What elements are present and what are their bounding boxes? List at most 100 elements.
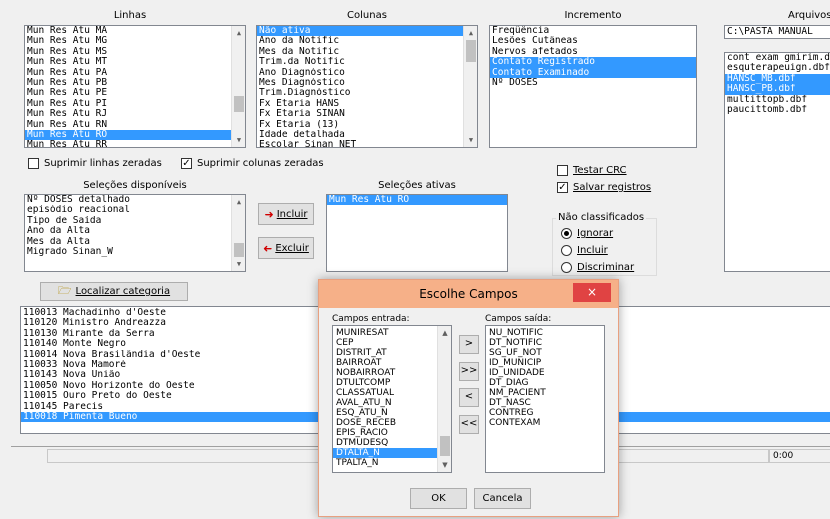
- linhas-item[interactable]: Mun Res Atu MS: [25, 47, 245, 57]
- ok-button[interactable]: OK: [410, 488, 467, 509]
- nao-classificados-radio-2[interactable]: Discriminar: [561, 262, 634, 273]
- campo-saida-item[interactable]: DT_NOTIFIC: [486, 338, 604, 348]
- checkbox-box[interactable]: [557, 165, 568, 176]
- radio-dot-icon[interactable]: [561, 262, 572, 273]
- colunas-item[interactable]: Fx Etaria HANS: [257, 99, 477, 109]
- scroll-up-icon[interactable]: ▲: [232, 26, 245, 40]
- scroll-down-icon[interactable]: ▼: [438, 458, 451, 472]
- colunas-item[interactable]: Ano da Notific: [257, 36, 477, 46]
- linhas-scrollbar[interactable]: ▲ ▼: [231, 26, 245, 147]
- campo-entrada-item[interactable]: DOSE_RECEB: [333, 418, 451, 428]
- selecao-disponivel-item[interactable]: Migrado Sinan_W: [25, 247, 245, 257]
- radio-dot-icon[interactable]: [561, 245, 572, 256]
- radio-dot-icon[interactable]: [561, 228, 572, 239]
- disp-scrollbar[interactable]: ▲ ▼: [231, 195, 245, 271]
- selecao-disponivel-item[interactable]: Tipo de Saída: [25, 216, 245, 226]
- arquivo-item[interactable]: HANSC_MB.dbf: [725, 73, 830, 85]
- scroll-thumb[interactable]: [440, 436, 450, 456]
- scroll-up-icon[interactable]: ▲: [438, 326, 451, 340]
- arquivo-item[interactable]: multittopb.dbf: [725, 95, 830, 105]
- incremento-item[interactable]: Contato Registrado: [490, 57, 696, 68]
- colunas-item[interactable]: Idade detalhada: [257, 130, 477, 140]
- campo-entrada-item[interactable]: DISTRIT_AT: [333, 348, 451, 358]
- arquivo-item[interactable]: cont exam gmirim.dbf: [725, 53, 830, 63]
- campo-saida-item[interactable]: NM_PACIENT: [486, 388, 604, 398]
- arquivo-item[interactable]: HANSC_PB.dbf: [725, 84, 830, 95]
- cancela-button[interactable]: Cancela: [474, 488, 531, 509]
- selecao-disponivel-item[interactable]: Ano da Alta: [25, 226, 245, 236]
- testar-crc-checkbox[interactable]: Testar CRC: [557, 165, 627, 176]
- selecoes-disponiveis-listbox[interactable]: Nº DOSES detalhado episódio reacional Tipo…: [24, 194, 246, 272]
- campo-saida-item[interactable]: DT_NASC: [486, 398, 604, 408]
- entrada-scrollbar[interactable]: ▲ ▼: [437, 326, 451, 472]
- scroll-up-icon[interactable]: ▲: [232, 195, 245, 209]
- colunas-item[interactable]: Fx Etaria SINAN: [257, 109, 477, 119]
- scroll-thumb[interactable]: [466, 40, 476, 62]
- colunas-item[interactable]: Não ativa: [257, 26, 477, 37]
- campo-entrada-item[interactable]: TPALTA_N: [333, 458, 451, 468]
- campo-saida-item[interactable]: DT_DIAG: [486, 378, 604, 388]
- campo-entrada-item[interactable]: BAIRROAT: [333, 358, 451, 368]
- campo-saida-item[interactable]: ID_UNIDADE: [486, 368, 604, 378]
- linhas-item[interactable]: Mun Res Atu PA: [25, 68, 245, 78]
- incremento-item[interactable]: Nervos afetados: [490, 47, 696, 57]
- colunas-item[interactable]: Mes Diagnóstico: [257, 78, 477, 88]
- linhas-item[interactable]: Mun Res Atu RO: [25, 129, 245, 141]
- linhas-item[interactable]: Mun Res Atu RJ: [25, 109, 245, 119]
- linhas-item[interactable]: Mun Res Atu PI: [25, 99, 245, 109]
- linhas-item[interactable]: Mun Res Atu RN: [25, 120, 245, 130]
- linhas-item[interactable]: Mun Res Atu PB: [25, 78, 245, 88]
- scroll-down-icon[interactable]: ▼: [232, 257, 245, 271]
- scroll-thumb[interactable]: [234, 243, 244, 257]
- colunas-item[interactable]: Ano Diagnóstico: [257, 68, 477, 78]
- back-all-button[interactable]: <<: [459, 415, 479, 434]
- localizar-categoria-button[interactable]: 🗁 Localizar categoria: [40, 282, 188, 301]
- campo-entrada-item[interactable]: NOBAIRROAT: [333, 368, 451, 378]
- selecao-disponivel-item[interactable]: episódio reacional: [25, 205, 245, 215]
- colunas-item[interactable]: Trim.da Notific: [257, 57, 477, 67]
- linhas-item[interactable]: Mun Res Atu MT: [25, 57, 245, 67]
- selecao-disponivel-item[interactable]: Mes da Alta: [25, 237, 245, 247]
- move-all-button[interactable]: >>: [459, 362, 479, 381]
- linhas-item[interactable]: Mun Res Atu RR: [25, 140, 245, 147]
- scroll-down-icon[interactable]: ▼: [464, 133, 477, 147]
- arquivo-item[interactable]: esquterapeuign.dbf: [725, 63, 830, 73]
- incremento-item[interactable]: Contato Examinado: [490, 67, 696, 78]
- campos-entrada-listbox[interactable]: MUNIRESAT CEP DISTRIT_AT BAIRROAT NOBAIRROAT…: [332, 325, 452, 473]
- selecoes-ativas-listbox[interactable]: Mun Res Atu RO: [326, 194, 508, 272]
- excluir-button[interactable]: ➜ Excluir: [258, 237, 314, 259]
- linhas-item[interactable]: Mun Res Atu MA: [25, 26, 245, 36]
- campo-entrada-item[interactable]: DTALTA_N: [333, 448, 451, 458]
- campo-saida-item[interactable]: CONTREG: [486, 408, 604, 418]
- colunas-scrollbar[interactable]: ▲ ▼: [463, 26, 477, 147]
- arquivo-item[interactable]: paucittomb.dbf: [725, 105, 830, 115]
- linhas-listbox[interactable]: Mun Res Atu MA Mun Res Atu MG Mun Res Atu …: [24, 25, 246, 148]
- colunas-item[interactable]: Escolar Sinan NET: [257, 140, 477, 147]
- back-one-button[interactable]: <: [459, 388, 479, 407]
- campo-entrada-item[interactable]: EPIS_RACIO: [333, 428, 451, 438]
- scroll-thumb[interactable]: [234, 96, 244, 112]
- campo-saida-item[interactable]: SG_UF_NOT: [486, 348, 604, 358]
- arquivos-listbox[interactable]: cont exam gmirim.dbf esquterapeuign.dbf HA…: [724, 52, 830, 272]
- incremento-item[interactable]: Freqüência: [490, 26, 696, 36]
- campo-saida-item[interactable]: CONTEXAM: [486, 418, 604, 428]
- check-icon[interactable]: ✓: [557, 182, 568, 193]
- campos-saida-listbox[interactable]: NU_NOTIFIC DT_NOTIFIC SG_UF_NOT ID_MUNICIP I…: [485, 325, 605, 473]
- selecao-disponivel-item[interactable]: Nº DOSES detalhado: [25, 195, 245, 205]
- checkbox-box[interactable]: [28, 158, 39, 169]
- campo-saida-item[interactable]: ID_MUNICIP: [486, 358, 604, 368]
- incremento-item[interactable]: Lesões Cutâneas: [490, 36, 696, 46]
- incremento-listbox[interactable]: Freqüência Lesões Cutâneas Nervos afetados…: [489, 25, 697, 148]
- campo-entrada-item[interactable]: DTULTCOMP: [333, 378, 451, 388]
- selecao-ativa-item[interactable]: Mun Res Atu RO: [327, 195, 507, 206]
- salvar-registros-checkbox[interactable]: ✓ Salvar registros: [557, 182, 651, 193]
- colunas-item[interactable]: Fx Etaria (13): [257, 120, 477, 130]
- colunas-item[interactable]: Trim.Diagnóstico: [257, 88, 477, 98]
- check-icon[interactable]: ✓: [181, 158, 192, 169]
- campo-entrada-item[interactable]: ESQ_ATU_N: [333, 408, 451, 418]
- scroll-down-icon[interactable]: ▼: [232, 133, 245, 147]
- suprimir-colunas-checkbox[interactable]: ✓ Suprimir colunas zeradas: [181, 158, 324, 169]
- scroll-up-icon[interactable]: ▲: [464, 26, 477, 40]
- colunas-listbox[interactable]: Não ativa Ano da Notific Mes da Notific Tri…: [256, 25, 478, 148]
- nao-classificados-radio-0[interactable]: Ignorar: [561, 228, 613, 239]
